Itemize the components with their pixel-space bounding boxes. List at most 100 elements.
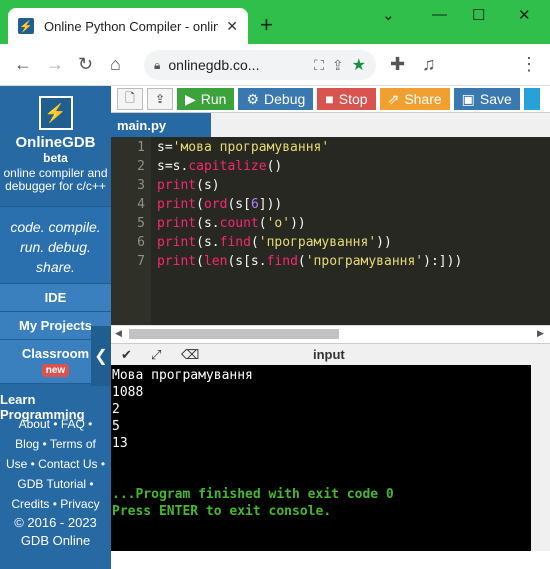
ide-toolbar: 🗋︎ ⇪ ▶ Run ⚙ Debug ■ Stop ⇗ Share ▣ Save [111,86,550,113]
code-text: print(s.find('програмування')) [157,235,392,250]
console-line: 5 [112,419,120,434]
play-icon: ▶ [185,90,196,107]
collapse-chevron-icon[interactable]: ✔ [121,347,141,363]
scroll-right-icon[interactable]: ▶ [537,328,544,339]
bug-icon: ⚙ [246,90,260,107]
code-line: 2 s=s.capitalize() [111,157,550,176]
console-output[interactable]: Мова програмування 1088 2 5 13 ...Progra… [111,365,531,551]
footer-link[interactable]: GDB Tutorial • [0,474,111,494]
new-tab-button[interactable]: + [260,12,273,38]
motto-line: code. compile. [10,219,101,235]
press-enter-message: Press ENTER to exit console. [112,504,332,519]
sidebar-item-learn-programming[interactable]: Learn Programming [0,384,111,422]
browser-menu-icon[interactable]: ⋮ [520,54,538,75]
reload-icon[interactable]: ↻ [78,54,93,75]
share-icon: ⇗ [387,90,400,107]
input-label[interactable]: input [313,347,345,362]
onlinegdb-favicon-icon: ⚡ [18,18,34,34]
motto: code. compile. run. debug. share. [0,206,111,284]
console-blank [112,469,531,486]
save-label: Save [479,91,512,107]
new-file-icon[interactable]: 🗋︎ [117,88,143,110]
sidebar-item-ide[interactable]: IDE [0,284,111,312]
share-page-icon[interactable]: ⇪ [332,57,344,74]
classroom-label: Classroom [21,346,90,361]
new-badge: new [41,364,70,377]
motto-line: run. debug. [20,239,91,255]
lock-icon[interactable]: 🔒︎ [154,58,160,73]
stop-button[interactable]: ■ Stop [317,88,376,110]
clear-console-icon[interactable]: ⌫ [181,347,201,363]
upload-icon[interactable]: ⇪ [147,88,173,110]
close-window-button[interactable]: ✕ [518,6,531,24]
bottom-spacer [111,551,550,569]
exit-code-message: ...Program finished with exit code 0 [112,487,394,502]
code-text: s='мова програмування' [157,140,330,155]
home-icon[interactable]: ⌂ [110,54,121,75]
extensions-icon[interactable]: ✚ [390,54,405,75]
logo-area[interactable]: ⚡ OnlineGDB beta online compiler and deb… [0,86,111,206]
line-number: 6 [137,235,145,250]
onlinegdb-logo-icon: ⚡ [38,96,73,130]
line-number: 1 [137,140,145,155]
forward-arrow-icon[interactable]: → [46,54,64,75]
translate-icon[interactable]: ⛶ [314,57,324,74]
save-button[interactable]: ▣ Save [453,88,520,110]
code-editor[interactable]: 1 s='мова програмування' 2 s=s.capitaliz… [111,137,550,325]
line-number: 3 [137,178,145,193]
browser-tab-strip: ⚡ Online Python Compiler - online ✕ + ⌄ … [0,0,550,44]
code-text: s=s.capitalize() [157,159,283,174]
console-blank [112,452,531,469]
scroll-thumb[interactable] [129,329,339,339]
tab-close-icon[interactable]: ✕ [226,18,238,35]
debug-label: Debug [264,91,306,107]
tagline: online compiler and debugger for c/c++ [3,166,108,193]
code-text: print(len(s[s.find('програмування'):])) [157,254,463,269]
console-line: 1088 [112,385,144,400]
debug-button[interactable]: ⚙ Debug [238,88,314,110]
code-line: 7 print(len(s[s.find('програмування'):])… [111,252,550,271]
minimize-window-button[interactable]: — [432,6,447,23]
maximize-window-button[interactable]: ☐ [472,6,485,24]
media-control-icon[interactable]: ♫ [422,54,436,75]
io-panel-bar: ✔ ⤢ ⌫ input [111,343,550,365]
footer-link[interactable]: Use • Contact Us • [0,454,111,474]
footer-link[interactable]: Blog • Terms of [0,434,111,454]
footer-link[interactable]: Credits • Privacy [0,494,111,514]
url-text: onlinegdb.co... [168,57,260,73]
console-line: 13 [112,436,128,451]
collapse-sidebar-chevron-icon[interactable]: ❮ [91,326,111,386]
file-tab-bar: main.py [111,113,550,137]
run-button[interactable]: ▶ Run [177,88,235,110]
line-number: 7 [137,254,145,269]
code-line: 5 print(s.count('о')) [111,214,550,233]
code-line: 6 print(s.find('програмування')) [111,233,550,252]
stop-icon: ■ [325,91,334,107]
code-line: 4 print(ord(s[6])) [111,195,550,214]
back-arrow-icon[interactable]: ← [14,54,32,75]
bookmark-star-icon[interactable]: ★ [352,55,366,75]
address-bar[interactable]: 🔒︎ onlinegdb.co... ⛶ ⇪ ★ [144,50,376,80]
line-number: 2 [137,159,145,174]
copyright: © 2016 - 2023 [14,515,97,530]
tab-search-icon[interactable]: ⌄ [382,6,395,24]
share-button[interactable]: ⇗ Share [379,88,450,110]
browser-tab[interactable]: ⚡ Online Python Compiler - online ✕ [8,8,248,44]
stop-label: Stop [338,91,368,107]
line-number: 4 [137,197,145,212]
save-icon: ▣ [461,90,475,107]
code-text: print(s.count('о')) [157,216,306,231]
beta-label: beta [43,151,68,165]
browser-toolbar: ← → ↻ ⌂ 🔒︎ onlinegdb.co... ⛶ ⇪ ★ ✚ ♫ ⋮ [0,44,550,86]
console-vertical-scrollbar[interactable] [531,365,550,551]
tab-title: Online Python Compiler - online [44,18,219,34]
language-selector[interactable] [523,88,540,110]
brand-name: OnlineGDB [15,134,96,151]
code-text: print(ord(s[6])) [157,197,283,212]
editor-horizontal-scrollbar[interactable]: ◀ ▶ [111,325,550,341]
scroll-left-icon[interactable]: ◀ [115,328,122,339]
code-line: 1 s='мова програмування' [111,138,550,157]
expand-icon[interactable]: ⤢ [151,347,171,363]
console-line: 2 [112,402,120,417]
file-tab-main-py[interactable]: main.py [111,113,211,137]
